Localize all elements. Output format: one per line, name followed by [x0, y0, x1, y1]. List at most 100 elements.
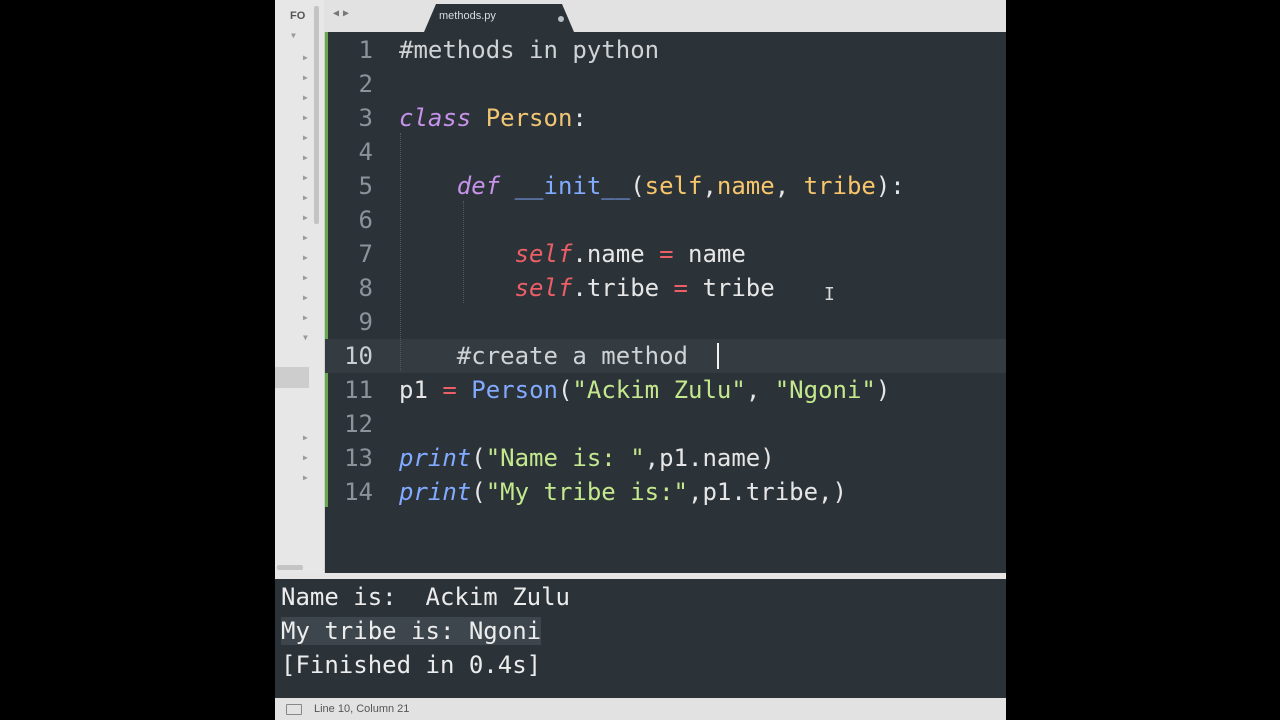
code-line[interactable]: 6 [325, 203, 1006, 237]
sidebar-horizontal-scrollbar[interactable] [277, 565, 303, 570]
code-line[interactable]: 10 #create a method [325, 339, 1006, 373]
code-token: tribe [803, 172, 876, 200]
code-token: __init__ [514, 172, 631, 200]
code-token: ( [471, 478, 486, 506]
build-output-panel: Name is: Ackim Zulu My tribe is: Ngoni [… [275, 579, 1006, 693]
code-token: , [702, 172, 717, 200]
code-text: self.tribe = tribe [399, 271, 775, 305]
code-token: = [659, 240, 674, 268]
line-number: 12 [344, 410, 373, 438]
line-number: 4 [358, 138, 373, 166]
code-token: print [399, 478, 472, 506]
code-token: ( [557, 376, 573, 404]
code-token: ): [875, 172, 905, 200]
folder-collapsed-arrow-icon[interactable]: ▶ [303, 273, 308, 283]
code-line[interactable]: 5 def __init__(self,name, tribe): [325, 169, 1006, 203]
code-line[interactable]: 9 [325, 305, 1006, 339]
sidebar-vertical-scrollbar[interactable] [314, 6, 319, 224]
line-number: 2 [358, 70, 373, 98]
folder-collapsed-arrow-icon[interactable]: ▶ [303, 213, 308, 223]
code-token: ,p1.name) [644, 444, 775, 472]
code-line[interactable]: 13 print("Name is: ",p1.name) [325, 441, 1006, 475]
folder-collapsed-arrow-icon[interactable]: ▶ [303, 233, 308, 243]
code-text: def __init__(self,name, tribe): [399, 169, 905, 203]
code-text: p1 = Person("Ackim Zulu", "Ngoni") [399, 373, 890, 407]
code-line[interactable]: 7 self.name = name [325, 237, 1006, 271]
code-token: .tribe [572, 274, 674, 302]
folder-expanded-arrow-icon[interactable]: ▼ [303, 333, 308, 343]
panel-toggle-icon[interactable] [286, 704, 302, 715]
code-token: .name [572, 240, 660, 268]
code-token: name [673, 240, 746, 268]
code-text: class Person: [399, 101, 587, 135]
line-number: 13 [344, 444, 373, 472]
folder-collapsed-arrow-icon[interactable]: ▶ [303, 73, 308, 83]
output-line-selection: My tribe is: Ngoni [281, 617, 542, 645]
line-number: 11 [344, 376, 373, 404]
folder-collapsed-arrow-icon[interactable]: ▶ [303, 193, 308, 203]
tab-bar: ◀▶ methods.py [324, 0, 1006, 32]
code-line[interactable]: 1 #methods in python [325, 33, 1006, 67]
indent-guide [400, 133, 401, 371]
code-line[interactable]: 14 print("My tribe is:",p1.tribe,) [325, 475, 1006, 509]
text-cursor [717, 343, 719, 369]
code-token: name [716, 172, 775, 200]
cursor-position: Line 10, Column 21 [314, 703, 410, 715]
unsaved-indicator-icon[interactable] [558, 16, 564, 22]
code-token: ,p1.tribe,) [688, 478, 847, 506]
folder-collapsed-arrow-icon[interactable]: ▶ [303, 113, 308, 123]
line-number: 6 [358, 206, 373, 234]
selected-file-row[interactable] [275, 367, 309, 388]
code-line[interactable]: 3 class Person: [325, 101, 1006, 135]
folder-collapsed-arrow-icon[interactable]: ▶ [303, 433, 308, 443]
folder-expanded-arrow-icon[interactable]: ▼ [291, 31, 296, 41]
folder-collapsed-arrow-icon[interactable]: ▶ [303, 153, 308, 163]
line-number: 14 [344, 478, 373, 506]
folder-collapsed-arrow-icon[interactable]: ▶ [303, 53, 308, 63]
line-number: 9 [358, 308, 373, 336]
code-token: = [673, 274, 688, 302]
code-text: #methods in python [399, 33, 659, 67]
line-number: 10 [344, 342, 373, 370]
tab-navigation-arrows-icon[interactable]: ◀▶ [333, 8, 353, 19]
folder-collapsed-arrow-icon[interactable]: ▶ [303, 133, 308, 143]
code-token: Person [471, 376, 558, 404]
code-token: , [774, 172, 804, 200]
line-number: 1 [358, 36, 373, 64]
code-token: "Name is: " [485, 444, 645, 472]
code-line[interactable]: 2 [325, 67, 1006, 101]
code-editor[interactable]: 1 #methods in python 2 3 class Person: 4 5 def… [325, 32, 1006, 573]
sidebar[interactable]: FO ▼ ▶ ▶ ▶ ▶ ▶ ▶ ▶ ▶ ▶ ▶ ▶ ▶ ▶ ▶ ▼ ▶ ▶ ▶ [275, 0, 325, 578]
folder-collapsed-arrow-icon[interactable]: ▶ [303, 93, 308, 103]
folder-collapsed-arrow-icon[interactable]: ▶ [303, 173, 308, 183]
code-text: print("Name is: ",p1.name) [399, 441, 775, 475]
tab-file-name: methods.py [439, 10, 496, 22]
code-text: print("My tribe is:",p1.tribe,) [399, 475, 847, 509]
indent-guide [463, 201, 464, 303]
folder-collapsed-arrow-icon[interactable]: ▶ [303, 253, 308, 263]
code-line[interactable]: 11 p1 = Person("Ackim Zulu", "Ngoni") [325, 373, 1006, 407]
folder-collapsed-arrow-icon[interactable]: ▶ [303, 473, 308, 483]
tab-methods-py[interactable]: methods.py [424, 4, 574, 32]
code-token: self [514, 274, 573, 302]
code-token: #methods in python [399, 36, 660, 64]
code-line[interactable]: 8 self.tribe = tribe I [325, 271, 1006, 305]
folder-collapsed-arrow-icon[interactable]: ▶ [303, 313, 308, 323]
folder-collapsed-arrow-icon[interactable]: ▶ [303, 453, 308, 463]
code-text: self.name = name [399, 237, 746, 271]
code-token: ) [875, 376, 891, 404]
code-token: def [456, 172, 501, 200]
code-token: ( [471, 444, 486, 472]
code-line[interactable]: 4 [325, 135, 1006, 169]
code-token: class [399, 104, 472, 132]
code-token: #create a method [399, 342, 688, 370]
code-token: Person [485, 104, 573, 132]
code-line[interactable]: 12 [325, 407, 1006, 441]
code-text: #create a method [399, 339, 688, 373]
folder-collapsed-arrow-icon[interactable]: ▶ [303, 293, 308, 303]
